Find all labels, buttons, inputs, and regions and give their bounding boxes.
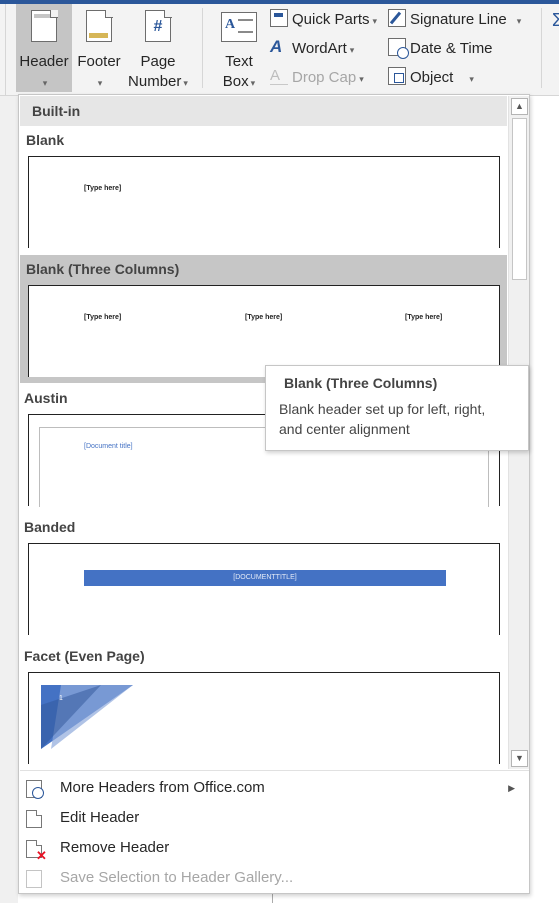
header-gallery-dropdown: Built-in Blank [Type here] Blank (Three … bbox=[18, 94, 530, 894]
text-box-label-line2: Box bbox=[222, 73, 249, 90]
placeholder-document-title: [Document title] bbox=[84, 443, 133, 450]
submenu-arrow-icon: ▶ bbox=[508, 783, 515, 793]
chevron-down-icon: ▾ bbox=[349, 45, 355, 55]
gallery-item-title: Austin bbox=[24, 390, 68, 406]
ribbon-group-separator bbox=[541, 8, 542, 88]
section-header-built-in: Built-in bbox=[20, 96, 507, 126]
object-icon bbox=[388, 67, 406, 86]
chevron-down-icon: ▾ bbox=[359, 74, 364, 84]
chevron-down-icon: ▾ bbox=[372, 16, 378, 26]
document-canvas-edge bbox=[0, 96, 18, 903]
save-to-gallery-icon bbox=[26, 870, 42, 888]
office-online-icon bbox=[26, 780, 44, 799]
placeholder-text-right: [Type here] bbox=[405, 314, 443, 321]
date-time-button[interactable]: Date & Time bbox=[388, 37, 493, 61]
drop-cap-icon: A bbox=[270, 67, 288, 86]
footer-button-label: Footer bbox=[77, 53, 121, 70]
gallery-item-blank[interactable]: Blank [Type here] bbox=[20, 126, 507, 254]
placeholder-text-left: [Type here] bbox=[84, 314, 122, 321]
menu-divider bbox=[20, 770, 529, 771]
placeholder-text-center: [Type here] bbox=[245, 314, 283, 321]
drop-cap-button[interactable]: A Drop Cap ▾ bbox=[270, 66, 364, 90]
signature-line-label: Signature Line bbox=[410, 11, 507, 28]
gallery-item-title: Banded bbox=[24, 519, 76, 535]
ribbon-next-group-edge: Σ bbox=[552, 10, 559, 30]
wordart-icon: A bbox=[270, 37, 283, 57]
chevron-down-icon: ▾ bbox=[469, 74, 474, 84]
header-preview: [Type here] [Type here] [Type here] bbox=[28, 285, 500, 377]
ribbon-left-edge bbox=[0, 4, 6, 96]
chevron-down-icon: ▾ bbox=[516, 16, 522, 26]
scroll-up-arrow-icon[interactable]: ▲ bbox=[511, 98, 528, 115]
document-page-edge bbox=[272, 894, 273, 903]
gallery-item-tooltip: Blank (Three Columns) Blank header set u… bbox=[265, 365, 529, 451]
scroll-down-arrow-icon[interactable]: ▼ bbox=[511, 750, 528, 767]
header-preview: [Type here] bbox=[28, 156, 500, 248]
signature-line-icon bbox=[388, 9, 406, 28]
page-number-button[interactable]: # Page Number ▾ bbox=[124, 4, 192, 92]
header-preview: 1 bbox=[28, 672, 500, 764]
header-page-icon bbox=[31, 9, 58, 42]
edit-header-label: Edit Header bbox=[60, 809, 140, 826]
facet-page-number: 1 bbox=[59, 695, 63, 702]
text-box-button[interactable]: A Text Box ▾ bbox=[214, 4, 264, 92]
chevron-down-icon: ▾ bbox=[42, 78, 48, 88]
page-number-label-line1: Page bbox=[140, 53, 176, 70]
edit-header-icon bbox=[26, 810, 42, 828]
more-headers-label: More Headers from Office.com bbox=[60, 779, 265, 796]
more-headers-menu-item[interactable]: More Headers from Office.com ▶ bbox=[20, 773, 529, 803]
banded-title-band: [DOCUMENTTITLE] bbox=[84, 570, 446, 586]
tooltip-title: Blank (Three Columns) bbox=[284, 375, 438, 391]
facet-triangle-graphic bbox=[41, 685, 133, 749]
save-selection-label: Save Selection to Header Gallery... bbox=[60, 869, 294, 886]
object-label: Object bbox=[410, 69, 454, 86]
placeholder-text: [Type here] bbox=[84, 185, 122, 192]
remove-header-icon: ✕ bbox=[26, 840, 47, 862]
header-button-label: Header bbox=[19, 53, 69, 70]
wordart-button[interactable]: A WordArt ▾ bbox=[270, 37, 354, 61]
header-preview: [DOCUMENTTITLE] bbox=[28, 543, 500, 635]
signature-line-button[interactable]: Signature Line ▾ bbox=[388, 8, 521, 32]
chevron-down-icon: ▾ bbox=[183, 78, 188, 88]
tooltip-description: Blank header set up for left, right, and… bbox=[279, 401, 486, 437]
quick-parts-icon bbox=[270, 9, 288, 28]
object-button[interactable]: Object ▾ bbox=[388, 66, 474, 90]
remove-header-label: Remove Header bbox=[60, 839, 170, 856]
gallery-item-title: Blank bbox=[26, 132, 65, 148]
date-time-icon bbox=[388, 38, 409, 60]
text-box-label-line1: Text bbox=[225, 53, 253, 70]
gallery-item-facet-even-page[interactable]: Facet (Even Page) 1 bbox=[20, 642, 507, 770]
date-time-label: Date & Time bbox=[410, 40, 493, 57]
wordart-label: WordArt bbox=[292, 40, 347, 57]
gallery-item-title: Facet (Even Page) bbox=[24, 648, 145, 664]
gallery-item-blank-three-columns[interactable]: Blank (Three Columns) [Type here] [Type … bbox=[20, 255, 507, 383]
scrollbar-thumb[interactable] bbox=[512, 118, 527, 280]
gallery-item-title: Blank (Three Columns) bbox=[26, 261, 180, 277]
footer-page-icon bbox=[86, 9, 113, 42]
ribbon-group-separator bbox=[202, 8, 203, 88]
footer-button[interactable]: Footer ▾ bbox=[76, 4, 122, 92]
save-selection-menu-item[interactable]: Save Selection to Header Gallery... bbox=[20, 863, 529, 893]
page-number-label-line2: Number bbox=[128, 73, 182, 90]
gallery-item-banded[interactable]: Banded [DOCUMENTTITLE] bbox=[20, 513, 507, 641]
text-box-icon: A bbox=[221, 12, 257, 42]
drop-cap-label: Drop Cap bbox=[292, 69, 357, 86]
remove-header-menu-item[interactable]: ✕ Remove Header bbox=[20, 833, 529, 863]
quick-parts-label: Quick Parts bbox=[292, 11, 370, 28]
quick-parts-button[interactable]: Quick Parts ▾ bbox=[270, 8, 377, 32]
page-number-icon: # bbox=[145, 9, 172, 42]
chevron-down-icon: ▾ bbox=[97, 78, 103, 88]
chevron-down-icon: ▾ bbox=[250, 78, 256, 88]
header-button[interactable]: Header ▾ bbox=[16, 4, 72, 92]
edit-header-menu-item[interactable]: Edit Header bbox=[20, 803, 529, 833]
